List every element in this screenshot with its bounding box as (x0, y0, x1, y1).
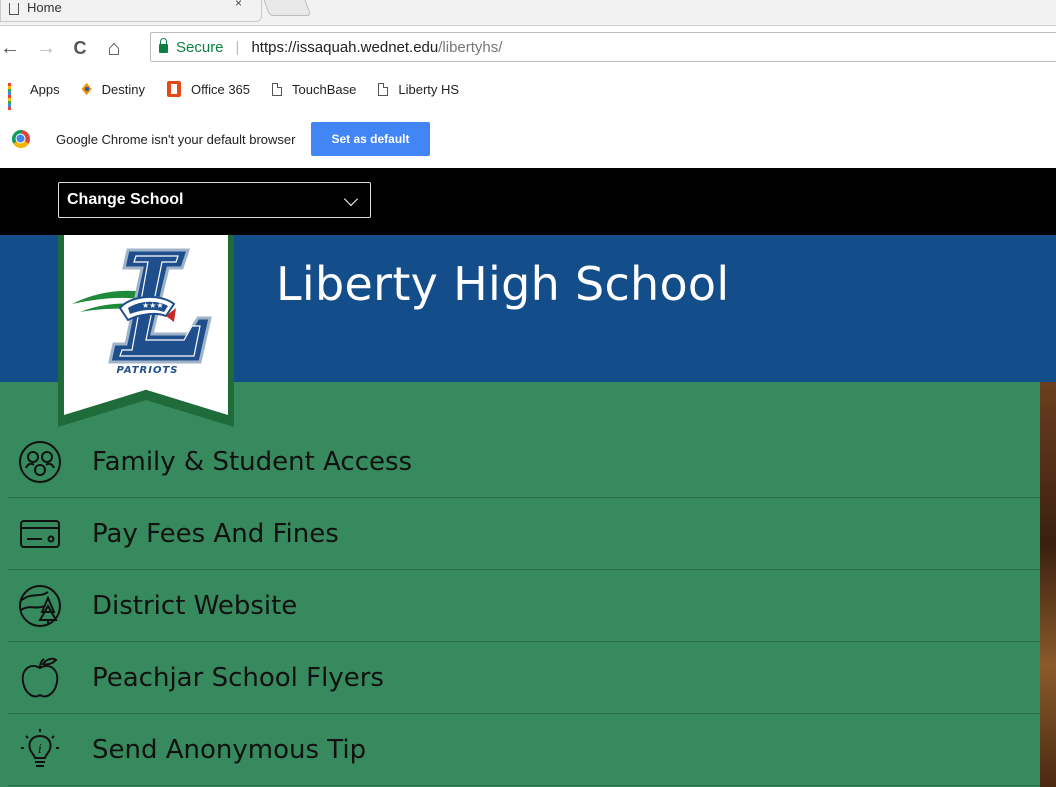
bookmark-touchbase[interactable]: TouchBase (272, 82, 356, 97)
new-tab-button[interactable] (260, 0, 312, 16)
office365-icon (167, 81, 181, 97)
tab-title: Home (27, 0, 62, 15)
quick-link-anonymous-tip[interactable]: i Send Anonymous Tip (8, 714, 1040, 786)
quick-link-label: District Website (92, 590, 298, 621)
home-icon[interactable]: ⌂ (102, 37, 126, 59)
quick-link-peachjar[interactable]: Peachjar School Flyers (8, 642, 1040, 714)
destiny-icon (81, 83, 92, 95)
url-host: https://issaquah.wednet.edu (251, 38, 439, 56)
quick-link-label: Peachjar School Flyers (92, 662, 384, 693)
hero-photo (1040, 382, 1056, 787)
page-title: Liberty High School (276, 257, 730, 311)
bookmark-label: Office 365 (191, 81, 251, 97)
logo-mascot-text: PATRIOTS (116, 365, 179, 376)
infobar-message: Google Chrome isn't your default browser (56, 131, 296, 147)
quick-link-district-website[interactable]: District Website (8, 570, 1040, 642)
quick-link-label: Pay Fees And Fines (92, 518, 339, 549)
url-path: /libertyhs/ (438, 38, 503, 56)
page-icon (378, 82, 389, 96)
forward-arrow-icon[interactable]: → (34, 38, 58, 58)
address-bar[interactable]: Secure | https://issaquah.wednet.edu/lib… (150, 32, 1056, 62)
people-group-icon (19, 440, 61, 483)
globe-trees-icon (19, 584, 61, 627)
web-page: Change School Liberty High School ★★★ PA… (0, 168, 1056, 787)
lock-icon (159, 38, 168, 53)
svg-text:★★★: ★★★ (142, 301, 164, 310)
bookmark-label: Apps (30, 81, 60, 97)
tab-close-icon[interactable]: × (235, 0, 242, 10)
apps-grid-icon (8, 83, 20, 110)
bookmark-label: Destiny (101, 81, 145, 97)
chrome-logo-icon (12, 130, 30, 148)
patriots-logo-icon[interactable]: ★★★ (70, 242, 220, 372)
back-arrow-icon[interactable]: ← (0, 38, 22, 58)
apple-icon (21, 657, 59, 697)
bookmark-destiny[interactable]: Destiny (81, 81, 145, 97)
quick-link-family-student-access[interactable]: Family & Student Access (8, 426, 1040, 498)
quick-link-label: Send Anonymous Tip (92, 734, 367, 765)
top-bar: Change School (0, 168, 1056, 235)
bookmark-label: TouchBase (292, 81, 357, 97)
change-school-dropdown[interactable]: Change School (58, 182, 371, 218)
quick-link-label: Family & Student Access (92, 446, 413, 477)
page-icon (272, 82, 283, 96)
quick-links-list: Family & Student Access Pay Fees And Fin… (8, 426, 1040, 786)
page-icon (9, 3, 19, 15)
bookmark-label: Liberty HS (398, 81, 460, 97)
set-as-default-button[interactable]: Set as default (311, 122, 430, 156)
tab-strip: Home × (0, 0, 1056, 26)
quick-link-pay-fees[interactable]: Pay Fees And Fines (8, 498, 1040, 570)
lightbulb-icon: i (21, 728, 59, 767)
address-divider: | (235, 38, 240, 56)
reload-icon[interactable]: C (68, 39, 92, 57)
bookmarks-bar: Apps Destiny Office 365 TouchBase Libert… (0, 72, 1056, 110)
credit-card-icon (20, 519, 60, 548)
bookmark-apps[interactable]: Apps (8, 81, 60, 110)
chevron-down-icon (343, 191, 359, 207)
browser-tab[interactable]: Home × (0, 0, 262, 22)
bookmark-office365[interactable]: Office 365 (167, 81, 250, 97)
svg-text:i: i (38, 742, 42, 756)
default-browser-infobar: Google Chrome isn't your default browser… (0, 112, 1056, 166)
change-school-label: Change School (67, 191, 184, 208)
bookmark-liberty-hs[interactable]: Liberty HS (378, 82, 459, 97)
browser-toolbar: ← → C ⌂ Secure | https://issaquah.wednet… (0, 26, 1056, 70)
secure-label: Secure (176, 38, 224, 56)
